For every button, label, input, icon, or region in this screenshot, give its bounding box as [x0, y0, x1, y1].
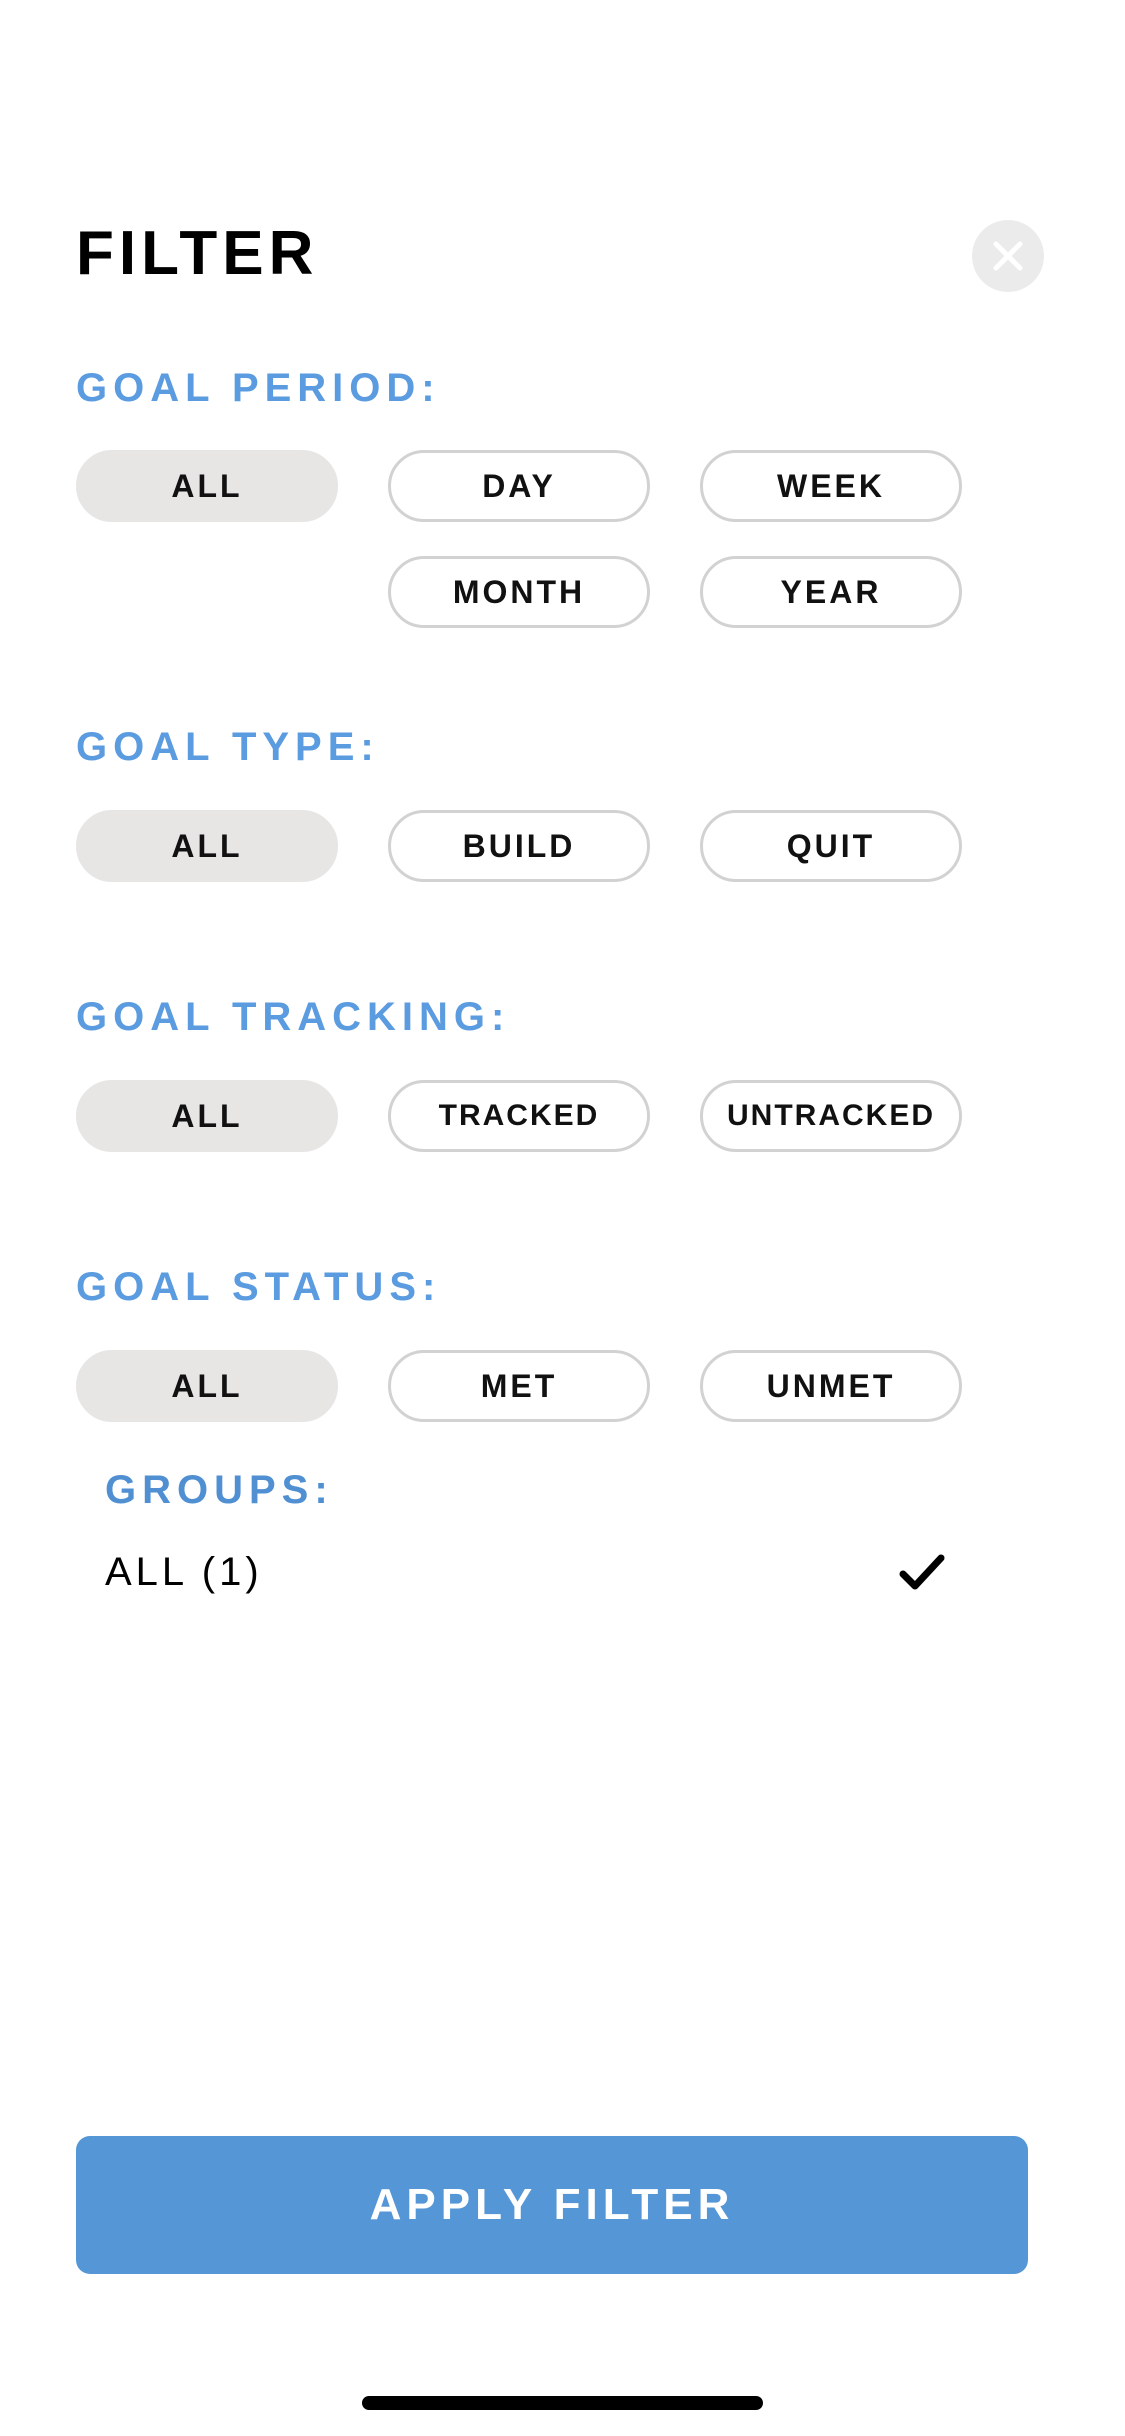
goal-tracking-option-untracked[interactable]: UNTRACKED [700, 1080, 962, 1152]
apply-filter-button[interactable]: APPLY FILTER [76, 2136, 1028, 2274]
goal-type-option-all[interactable]: ALL [76, 810, 338, 882]
goal-type-label: GOAL TYPE: [76, 725, 380, 769]
goal-period-option-week[interactable]: WEEK [700, 450, 962, 522]
goal-tracking-option-tracked[interactable]: TRACKED [388, 1080, 650, 1152]
home-indicator[interactable] [362, 2396, 763, 2410]
close-x-icon [993, 241, 1023, 271]
groups-label: GROUPS: [105, 1468, 334, 1512]
page-title: FILTER [76, 219, 319, 288]
goal-status-label: GOAL STATUS: [76, 1265, 442, 1309]
checkmark-icon [899, 1554, 945, 1590]
goal-type-option-build[interactable]: BUILD [388, 810, 650, 882]
goal-period-option-day[interactable]: DAY [388, 450, 650, 522]
goal-status-option-met[interactable]: MET [388, 1350, 650, 1422]
goal-status-option-all[interactable]: ALL [76, 1350, 338, 1422]
group-item-all[interactable]: ALL (1) [105, 1540, 945, 1604]
goal-type-option-quit[interactable]: QUIT [700, 810, 962, 882]
goal-status-option-unmet[interactable]: UNMET [700, 1350, 962, 1422]
goal-period-option-month[interactable]: MONTH [388, 556, 650, 628]
goal-period-option-year[interactable]: YEAR [700, 556, 962, 628]
goal-period-label: GOAL PERIOD: [76, 366, 441, 410]
goal-tracking-label: GOAL TRACKING: [76, 995, 511, 1039]
goal-period-option-all[interactable]: ALL [76, 450, 338, 522]
goal-tracking-option-all[interactable]: ALL [76, 1080, 338, 1152]
group-item-label: ALL (1) [105, 1549, 263, 1594]
close-button[interactable] [972, 220, 1044, 292]
filter-screen: FILTER GOAL PERIOD: ALL DAY WEEK MONTH Y… [0, 0, 1125, 2436]
